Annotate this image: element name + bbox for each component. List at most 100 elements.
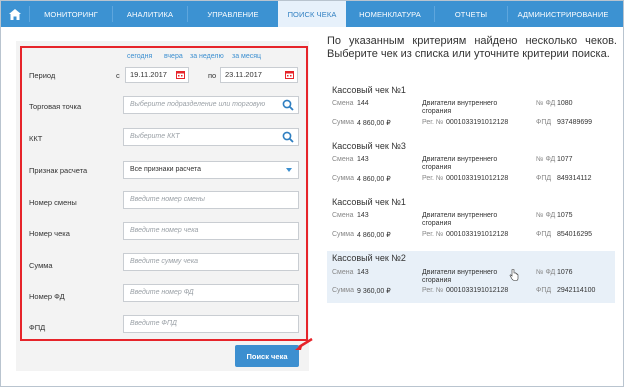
calendar-icon[interactable]: [176, 70, 185, 79]
quick-today-link[interactable]: сегодня: [127, 53, 152, 60]
top-navigation: МОНИТОРИНГ АНАЛИТИКА УПРАВЛЕНИЕ ПОИСК ЧЕ…: [1, 1, 623, 27]
calc-sign-value: Все признаки расчета: [130, 166, 202, 173]
search-icon[interactable]: [282, 131, 294, 143]
fd-number-input[interactable]: Введите номер ФД: [123, 284, 299, 302]
sum-value: 4 860,00 ₽: [357, 176, 391, 183]
check-number-placeholder: Введите номер чека: [130, 227, 199, 234]
result-description: Двигатели внутреннего сгорания: [422, 100, 498, 115]
shift-value: 143: [357, 156, 369, 163]
quick-yesterday-link[interactable]: вчера: [164, 53, 183, 60]
nav-item-nomenclature[interactable]: НОМЕНКЛАТУРА: [346, 1, 434, 27]
nav-item-management[interactable]: УПРАВЛЕНИЕ: [188, 1, 278, 27]
period-to-input[interactable]: 23.11.2017: [220, 67, 298, 83]
result-title: Кассовый чек №3: [332, 141, 406, 151]
sum-placeholder: Введите сумму чека: [130, 258, 199, 265]
calendar-icon[interactable]: [285, 70, 294, 79]
search-check-button[interactable]: Поиск чека: [235, 345, 299, 367]
fpd-caption: ФПД: [536, 231, 552, 238]
shift-value: 143: [357, 212, 369, 219]
kkt-label: ККТ: [29, 134, 43, 143]
result-description: Двигатели внутреннего сгорания: [422, 269, 498, 284]
sum-value: 4 860,00 ₽: [357, 120, 391, 127]
nav-item-monitoring[interactable]: МОНИТОРИНГ: [30, 1, 112, 27]
period-label: Период: [29, 71, 56, 80]
reg-caption: Рег. №: [422, 231, 444, 238]
chevron-down-icon: [286, 168, 292, 172]
quick-month-link[interactable]: за месяц: [232, 53, 261, 60]
period-from-label: с: [116, 71, 120, 80]
sum-input[interactable]: Введите сумму чека: [123, 253, 299, 271]
outlet-label: Торговая точка: [29, 102, 82, 111]
result-title: Кассовый чек №2: [332, 253, 406, 263]
period-from-input[interactable]: 19.11.2017: [125, 67, 189, 83]
sum-value: 9 360,00 ₽: [357, 288, 391, 295]
fd-value: 1080: [557, 100, 573, 107]
result-description: Двигатели внутреннего сгорания: [422, 156, 498, 171]
period-from-value: 19.11.2017: [130, 70, 167, 79]
fd-caption: № ФД: [536, 156, 556, 163]
fd-caption: № ФД: [536, 269, 556, 276]
quick-week-link[interactable]: за неделю: [190, 53, 224, 60]
reg-caption: Рег. №: [422, 287, 444, 294]
fpd-placeholder: Введите ФПД: [130, 320, 177, 327]
arrow-pointer-icon: [295, 337, 313, 350]
check-number-label: Номер чека: [29, 229, 70, 238]
shift-label: Номер смены: [29, 198, 77, 207]
home-button[interactable]: [1, 1, 29, 27]
fpd-value: 2942114100: [557, 287, 596, 294]
sum-caption: Сумма: [332, 231, 354, 238]
results-message: По указанным критериям найдено несколько…: [327, 35, 617, 60]
sum-value: 4 860,00 ₽: [357, 232, 391, 239]
fd-caption: № ФД: [536, 212, 556, 219]
shift-input[interactable]: Введите номер смены: [123, 191, 299, 209]
fpd-value: 854016295: [557, 231, 593, 238]
outlet-input[interactable]: Выберите подразделение или торговую: [123, 96, 299, 114]
result-card[interactable]: Кассовый чек №1 Смена 143 Сумма 4 860,00…: [327, 195, 615, 251]
sum-caption: Сумма: [332, 175, 354, 182]
fd-value: 1075: [557, 212, 573, 219]
app-window: МОНИТОРИНГ АНАЛИТИКА УПРАВЛЕНИЕ ПОИСК ЧЕ…: [0, 0, 624, 387]
sum-caption: Сумма: [332, 287, 354, 294]
reg-caption: Рег. №: [422, 175, 444, 182]
result-description: Двигатели внутреннего сгорания: [422, 212, 498, 227]
fpd-caption: ФПД: [536, 175, 552, 182]
fpd-value: 849314112: [557, 175, 592, 182]
reg-value: 0001033191012128: [446, 231, 509, 238]
home-icon: [9, 8, 21, 20]
period-to-value: 23.11.2017: [225, 70, 262, 79]
fd-number-placeholder: Введите номер ФД: [130, 289, 194, 296]
result-card[interactable]: Кассовый чек №1 Смена 144 Сумма 4 860,00…: [327, 83, 615, 139]
fpd-input[interactable]: Введите ФПД: [123, 315, 299, 333]
reg-value: 0001033191012128: [446, 287, 509, 294]
nav-item-analytics[interactable]: АНАЛИТИКА: [113, 1, 187, 27]
fd-caption: № ФД: [536, 100, 556, 107]
shift-caption: Смена: [332, 212, 354, 219]
result-card[interactable]: Кассовый чек №3 Смена 143 Сумма 4 860,00…: [327, 139, 615, 195]
hand-cursor-icon: [509, 269, 519, 281]
shift-value: 144: [357, 100, 369, 107]
result-title: Кассовый чек №1: [332, 197, 406, 207]
search-icon[interactable]: [282, 99, 294, 111]
reg-value: 0001033191012128: [446, 119, 509, 126]
sum-label: Сумма: [29, 261, 53, 270]
outlet-placeholder: Выберите подразделение или торговую: [130, 101, 266, 108]
nav-item-check-search[interactable]: ПОИСК ЧЕКА: [278, 1, 346, 27]
shift-placeholder: Введите номер смены: [130, 196, 205, 203]
fpd-value: 937489699: [557, 119, 593, 126]
fd-value: 1076: [557, 269, 573, 276]
fpd-label: ФПД: [29, 323, 46, 332]
reg-caption: Рег. №: [422, 119, 444, 126]
calc-sign-label: Признак расчета: [29, 166, 88, 175]
kkt-placeholder: Выберите ККТ: [130, 133, 180, 140]
kkt-input[interactable]: Выберите ККТ: [123, 128, 299, 146]
nav-item-administration[interactable]: АДМИНИСТРИРОВАНИЕ: [508, 1, 618, 27]
reg-value: 0001033191012128: [446, 175, 509, 182]
result-title: Кассовый чек №1: [332, 85, 406, 95]
period-to-label: по: [208, 71, 217, 80]
check-number-input[interactable]: Введите номер чека: [123, 222, 299, 240]
result-card-selected[interactable]: Кассовый чек №2 Смена 143 Сумма 9 360,00…: [327, 251, 615, 303]
shift-caption: Смена: [332, 100, 354, 107]
calc-sign-select[interactable]: Все признаки расчета: [123, 161, 299, 179]
nav-item-reports[interactable]: ОТЧЕТЫ: [435, 1, 507, 27]
fpd-caption: ФПД: [536, 287, 552, 294]
